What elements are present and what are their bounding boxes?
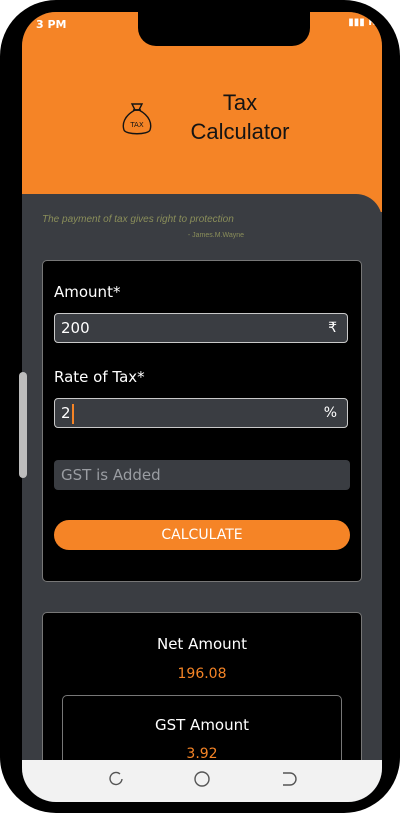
status-right-text: R xyxy=(368,17,376,28)
home-icon[interactable] xyxy=(190,770,214,790)
app-title: Tax Calculator xyxy=(170,88,310,146)
net-amount-title: Net Amount xyxy=(156,635,248,653)
amount-value: 200 xyxy=(61,319,90,337)
money-bag-icon: TAX xyxy=(122,103,152,135)
amount-input[interactable]: 200 ₹ xyxy=(54,313,348,343)
quote-author: - James.M.Wayne xyxy=(187,232,244,239)
percent-icon: % xyxy=(323,405,337,421)
phone-frame: 3 PM ▮▮▮ R TAX Tax Calculator The paymen… xyxy=(0,0,400,813)
rate-value: 2 xyxy=(61,404,71,422)
rate-label: Rate of Tax* xyxy=(54,368,145,386)
title-line-1: Tax xyxy=(222,90,258,115)
quote-text: The payment of tax gives right to protec… xyxy=(42,214,234,225)
amount-label: Amount* xyxy=(54,283,121,301)
signal-icon: ▮▮▮ xyxy=(348,17,365,28)
money-bag-label: TAX xyxy=(129,121,144,129)
home-glyph xyxy=(194,771,210,787)
recents-glyph xyxy=(109,771,123,786)
phone-side-button xyxy=(19,372,27,478)
net-amount-value: 196.08 xyxy=(177,666,227,682)
system-nav-bar xyxy=(22,760,382,802)
rupee-icon: ₹ xyxy=(328,320,337,336)
status-time: 3 PM xyxy=(36,18,67,31)
back-glyph xyxy=(283,772,297,786)
calculate-button[interactable]: CALCULATE xyxy=(54,520,350,550)
rate-input[interactable]: 2 % xyxy=(54,398,348,428)
title-line-2: Calculator xyxy=(190,119,290,144)
text-cursor xyxy=(71,403,74,424)
gst-amount-title: GST Amount xyxy=(154,716,250,734)
app-screen: 3 PM ▮▮▮ R TAX Tax Calculator The paymen… xyxy=(22,12,382,802)
input-card: Amount* 200 ₹ Rate of Tax* 2 % GST is Ad… xyxy=(42,260,362,582)
app-header: TAX Tax Calculator xyxy=(22,78,382,158)
recents-icon[interactable] xyxy=(104,770,128,790)
gst-mode-selector[interactable]: GST is Added xyxy=(54,460,350,490)
back-icon[interactable] xyxy=(276,770,300,790)
camera-notch xyxy=(138,12,310,46)
status-indicators: ▮▮▮ R xyxy=(348,17,376,28)
